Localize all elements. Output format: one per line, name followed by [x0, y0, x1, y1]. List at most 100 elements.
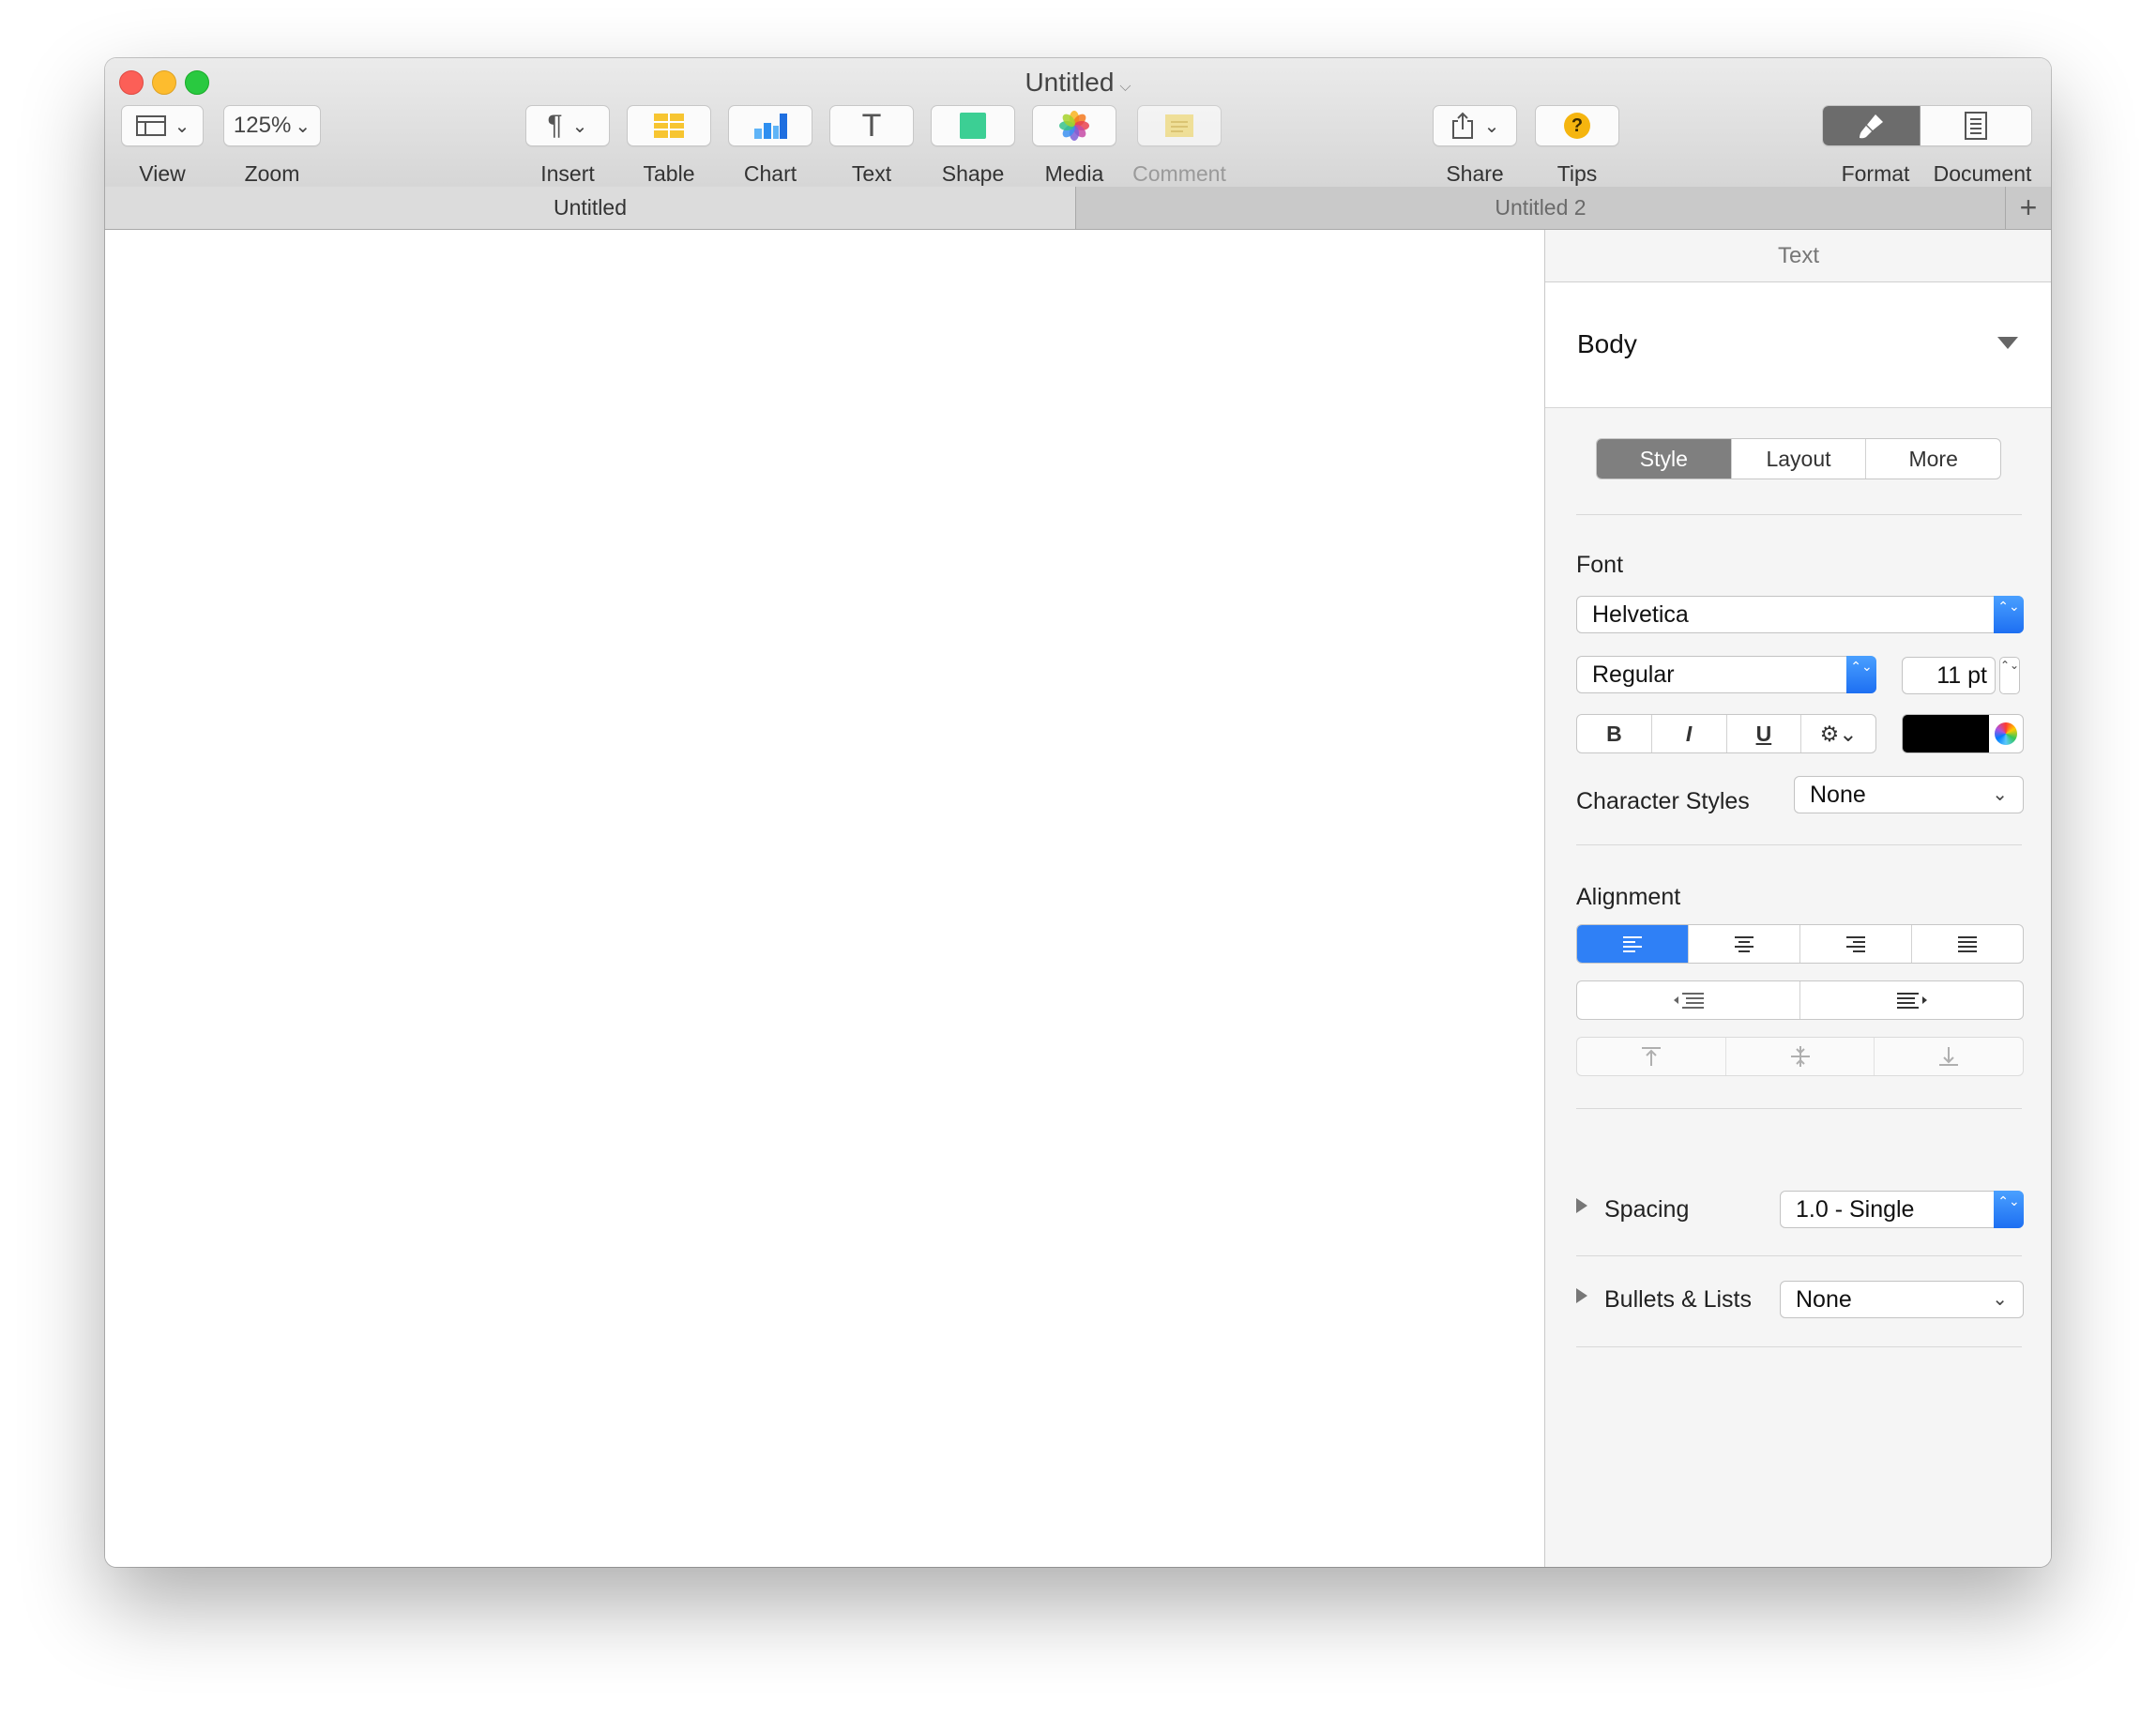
align-justify-button[interactable]: [1912, 925, 2023, 963]
align-justify-icon: [1958, 936, 1977, 952]
shape-button[interactable]: [931, 105, 1015, 146]
tab-layout[interactable]: Layout: [1732, 439, 1867, 479]
document-button[interactable]: [1921, 106, 2031, 145]
spacing-label[interactable]: Spacing: [1604, 1196, 1689, 1223]
tips-help-icon: ?: [1564, 113, 1590, 139]
decrease-indent-button[interactable]: [1577, 981, 1800, 1019]
divider: [1576, 1255, 2022, 1256]
spacing-disclosure-icon[interactable]: [1576, 1198, 1587, 1213]
media-tool: Media: [1032, 105, 1116, 186]
divider: [1576, 514, 2022, 515]
sidebar-layout-icon: [135, 115, 166, 136]
view-label: View: [139, 161, 186, 186]
align-left-button[interactable]: [1577, 925, 1689, 963]
paragraph-style-selector[interactable]: Body: [1545, 282, 2051, 408]
chart-tool: Chart: [728, 105, 812, 186]
tab-untitled[interactable]: Untitled: [105, 187, 1076, 229]
view-button[interactable]: ⌄: [121, 105, 204, 146]
spacing-value: 1.0 - Single: [1796, 1195, 1915, 1223]
align-top-button[interactable]: [1577, 1038, 1726, 1075]
add-tab-button[interactable]: +: [2005, 187, 2051, 229]
comment-note-icon: [1165, 114, 1193, 137]
font-size-stepper[interactable]: ⌃⌄: [1999, 657, 2020, 694]
format-inspector: Text Body Style Layout More Font Helveti…: [1544, 230, 2051, 1567]
share-tool: ⌄ Share: [1433, 105, 1517, 186]
decrease-indent-icon: [1673, 993, 1704, 1009]
bullets-disclosure-icon[interactable]: [1576, 1288, 1587, 1303]
increase-indent-button[interactable]: [1800, 981, 2023, 1019]
align-right-icon: [1846, 936, 1865, 952]
paintbrush-icon: [1859, 114, 1883, 139]
zoom-value: 125%: [233, 113, 292, 138]
paragraph-style-name: Body: [1577, 329, 1637, 358]
shape-tool: Shape: [931, 105, 1015, 186]
align-center-button[interactable]: [1689, 925, 1800, 963]
italic-button[interactable]: I: [1652, 715, 1727, 752]
shape-label: Shape: [941, 161, 1005, 186]
popup-stepper-icon: ⌃⌄: [1994, 596, 2024, 633]
align-bottom-button[interactable]: [1875, 1038, 2023, 1075]
comment-button[interactable]: [1137, 105, 1222, 146]
chevron-down-icon: ⌄: [1992, 784, 2008, 805]
spacing-select[interactable]: 1.0 - Single ⌃⌄: [1780, 1191, 2024, 1228]
toolbar: Untitled ⌵ ⌄ View 125% ⌄ Zoom ¶ ⌄ Insert…: [105, 58, 2051, 188]
text-button[interactable]: T: [829, 105, 914, 146]
title-chevron-icon: ⌵: [1119, 79, 1131, 95]
table-icon: [654, 114, 684, 138]
bold-button[interactable]: B: [1577, 715, 1652, 752]
font-family-select[interactable]: Helvetica ⌃⌄: [1576, 596, 2024, 633]
font-heading: Font: [1576, 552, 1624, 578]
chevron-down-icon: ⌄: [571, 115, 588, 137]
character-styles-label: Character Styles: [1576, 788, 1750, 814]
view-tool: ⌄ View: [121, 105, 204, 186]
zoom-tool: 125% ⌄ Zoom: [223, 105, 321, 186]
character-styles-value: None: [1810, 781, 1866, 808]
tips-button[interactable]: ?: [1535, 105, 1619, 146]
align-right-button[interactable]: [1800, 925, 1912, 963]
divider: [1576, 844, 2022, 845]
format-label: Format: [1841, 161, 1910, 186]
zoom-label: Zoom: [244, 161, 300, 186]
tab-style[interactable]: Style: [1597, 439, 1732, 479]
underline-button[interactable]: U: [1727, 715, 1802, 752]
text-tool: T Text: [829, 105, 914, 186]
font-typeface-select[interactable]: Regular ⌃⌄: [1576, 656, 1876, 693]
text-options-gear-icon[interactable]: ⚙︎⌄: [1801, 715, 1875, 752]
bullets-lists-select[interactable]: None ⌄: [1780, 1281, 2024, 1318]
font-typeface-value: Regular: [1592, 661, 1675, 688]
window-title[interactable]: Untitled ⌵: [105, 68, 2051, 98]
share-button[interactable]: ⌄: [1433, 105, 1517, 146]
table-tool: Table: [627, 105, 711, 186]
table-label: Table: [643, 161, 695, 186]
chart-button[interactable]: [728, 105, 812, 146]
insert-tool: ¶ ⌄ Insert: [525, 105, 610, 186]
font-size-field[interactable]: 11 pt: [1902, 657, 1996, 694]
align-left-icon: [1623, 936, 1642, 952]
chevron-down-icon: ⌄: [295, 115, 311, 137]
bullets-lists-label[interactable]: Bullets & Lists: [1604, 1286, 1752, 1314]
tab-more[interactable]: More: [1866, 439, 2000, 479]
insert-button[interactable]: ¶ ⌄: [525, 105, 610, 146]
tips-label: Tips: [1556, 161, 1598, 186]
zoom-dropdown[interactable]: 125% ⌄: [223, 105, 321, 146]
disclosure-triangle-icon: [1997, 337, 2018, 349]
text-inspector-tabs: Style Layout More: [1596, 438, 2001, 479]
color-wheel-icon[interactable]: [1995, 722, 2017, 745]
pilcrow-icon: ¶: [547, 110, 563, 141]
horizontal-alignment-control: [1576, 924, 2024, 964]
format-button[interactable]: [1823, 106, 1921, 145]
table-button[interactable]: [627, 105, 711, 146]
media-label: Media: [1044, 161, 1104, 186]
share-label: Share: [1446, 161, 1504, 186]
character-styles-select[interactable]: None ⌄: [1794, 776, 2024, 813]
font-family-value: Helvetica: [1592, 600, 1689, 628]
alignment-heading: Alignment: [1576, 884, 1681, 910]
popup-stepper-icon: ⌃⌄: [1846, 656, 1876, 693]
text-color-well[interactable]: [1902, 714, 2024, 753]
chevron-down-icon: ⌄: [1992, 1289, 2008, 1310]
media-button[interactable]: [1032, 105, 1116, 146]
tab-untitled-2[interactable]: Untitled 2: [1076, 187, 2005, 229]
align-middle-button[interactable]: [1726, 1038, 1875, 1075]
document-canvas[interactable]: [105, 230, 1543, 1567]
comment-tool: Comment: [1132, 105, 1226, 186]
